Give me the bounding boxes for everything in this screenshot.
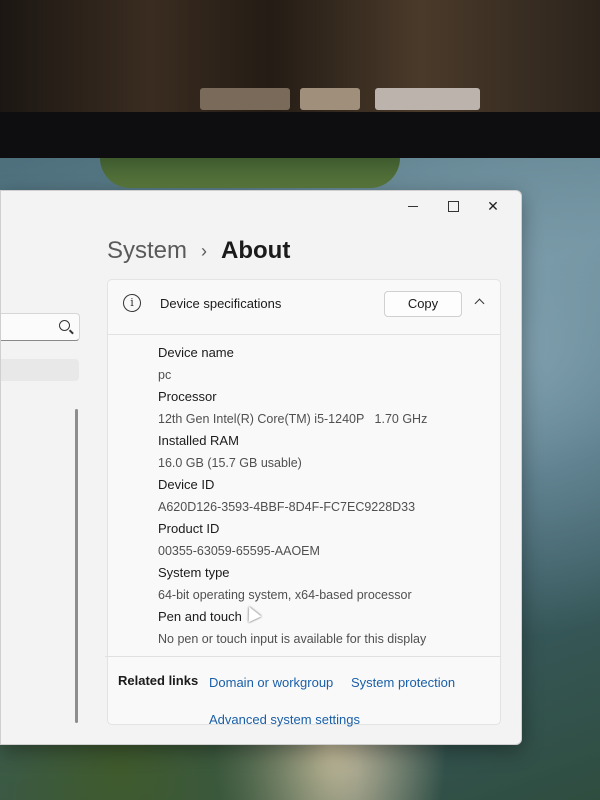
spec-processor: Processor 12th Gen Intel(R) Core(TM) i5-… xyxy=(158,386,427,430)
page-title: About xyxy=(221,237,291,264)
monitor-bezel xyxy=(0,112,600,162)
search-icon xyxy=(59,320,70,331)
device-specifications-header[interactable]: i Device specifications Copy xyxy=(108,280,500,335)
spec-label: Device name xyxy=(158,345,234,360)
spec-installed-ram: Installed RAM 16.0 GB (15.7 GB usable) xyxy=(158,430,427,474)
close-icon: ✕ xyxy=(487,197,499,214)
breadcrumb-system[interactable]: System xyxy=(107,237,187,265)
spec-value: 16.0 GB (15.7 GB usable) xyxy=(158,456,302,470)
spec-label: Processor xyxy=(158,389,217,404)
minimize-icon xyxy=(408,205,418,207)
spec-value: 64-bit operating system, x64-based proce… xyxy=(158,588,412,602)
spec-device-id: Device ID A620D126-3593-4BBF-8D4F-FC7EC9… xyxy=(158,474,427,518)
spec-value: A620D126-3593-4BBF-8D4F-FC7EC9228D33 xyxy=(158,500,416,514)
system-protection-link[interactable]: System protection xyxy=(351,675,455,690)
breadcrumb: System › About xyxy=(107,237,290,265)
copy-button[interactable]: Copy xyxy=(384,291,462,317)
caption-buttons: ✕ xyxy=(393,193,513,219)
spec-device-name: Device name pc xyxy=(158,342,427,386)
spec-system-type: System type 64-bit operating system, x64… xyxy=(158,562,427,606)
spec-label: System type xyxy=(158,565,230,580)
minimize-button[interactable] xyxy=(393,193,433,219)
spec-label: Device ID xyxy=(158,477,215,492)
info-icon: i xyxy=(123,294,141,312)
related-links-label: Related links xyxy=(118,673,199,688)
settings-window: ✕ System › About i Device specifications… xyxy=(0,190,522,745)
spec-list: Device name pc Processor 12th Gen Intel(… xyxy=(158,342,427,650)
spec-label: Installed RAM xyxy=(158,433,239,448)
nav-selected-item[interactable] xyxy=(1,359,79,381)
spec-label: Product ID xyxy=(158,521,220,536)
background-room xyxy=(0,0,600,118)
breadcrumb-chevron-icon: › xyxy=(201,240,208,261)
maximize-button[interactable] xyxy=(433,193,473,219)
spec-value: 00355-63059-65595-AAOEM xyxy=(158,544,320,558)
advanced-system-settings-link[interactable]: Advanced system settings xyxy=(209,712,360,727)
nav-scrollbar[interactable] xyxy=(75,409,78,723)
spec-value: pc xyxy=(158,368,172,382)
maximize-icon xyxy=(447,200,459,212)
domain-or-workgroup-link[interactable]: Domain or workgroup xyxy=(209,675,333,690)
device-specifications-title: Device specifications xyxy=(160,296,282,311)
spec-value: No pen or touch input is available for t… xyxy=(158,632,427,646)
related-links-section: Related links Domain or workgroup System… xyxy=(105,656,501,745)
spec-product-id: Product ID 00355-63059-65595-AAOEM xyxy=(158,518,427,562)
spec-label: Pen and touch xyxy=(158,609,242,624)
spec-value: 12th Gen Intel(R) Core(TM) i5-1240P 1.70… xyxy=(158,412,428,426)
close-button[interactable]: ✕ xyxy=(473,193,513,219)
spec-pen-and-touch: Pen and touch No pen or touch input is a… xyxy=(158,606,427,650)
settings-search-input[interactable] xyxy=(1,313,80,341)
wallpaper-island xyxy=(100,158,400,188)
chevron-up-icon[interactable] xyxy=(474,298,485,309)
